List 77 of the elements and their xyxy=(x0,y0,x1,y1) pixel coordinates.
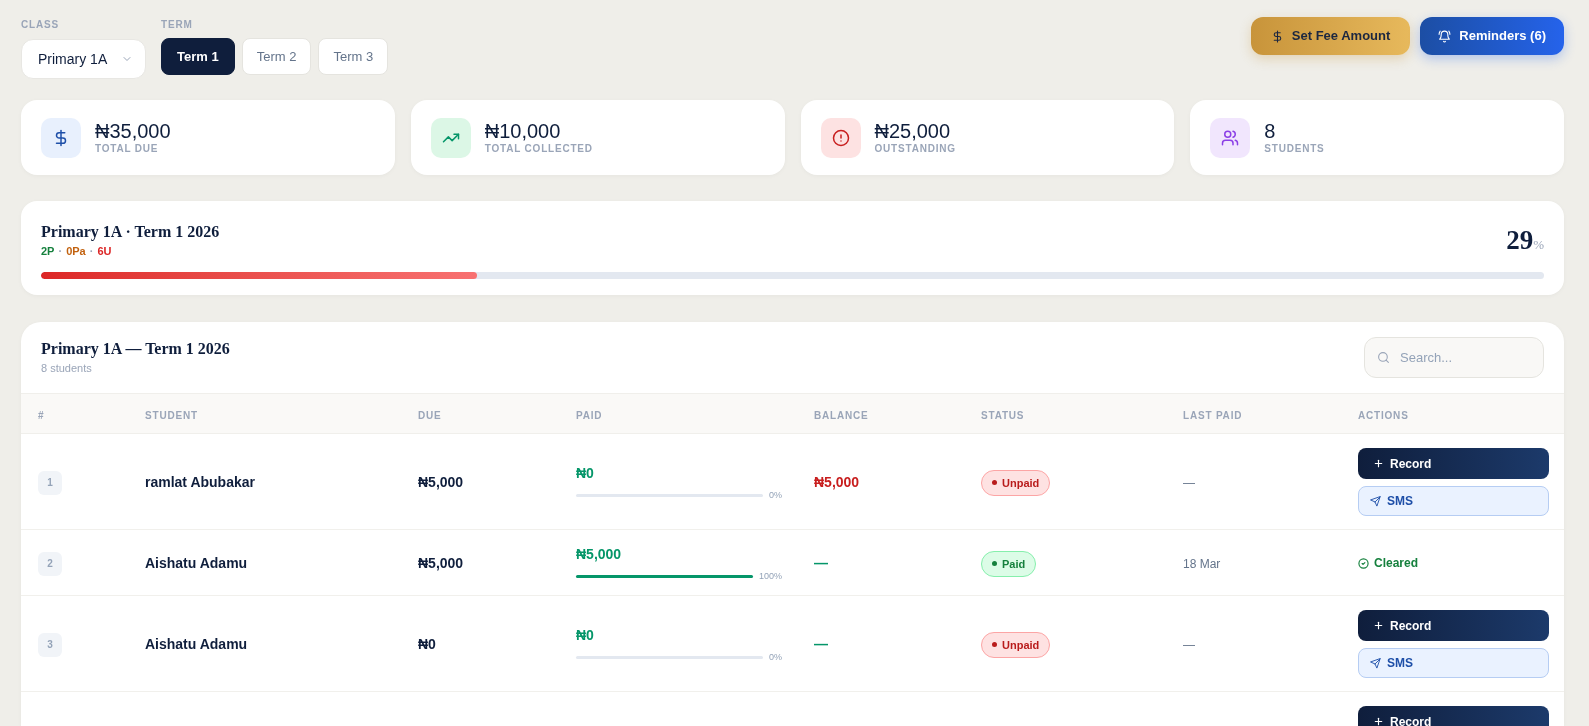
paid-amount: ₦0 xyxy=(576,464,595,483)
dollar-icon xyxy=(41,117,81,158)
stat-value: ₦10,000 xyxy=(484,119,562,142)
student-name: ramlat Abubakar xyxy=(145,474,255,490)
column-header: STUDENT xyxy=(145,409,198,421)
paid-amount: ₦5,000 xyxy=(576,545,623,564)
cleared-label: Cleared xyxy=(1374,555,1419,572)
row-number: 2 xyxy=(38,551,62,576)
status-label: Unpaid xyxy=(1002,637,1040,653)
progress-title: Primary 1A · Term 1 2026 xyxy=(41,222,220,243)
paid-percent: 0% xyxy=(769,489,782,501)
status-count: 0Pa xyxy=(66,244,86,259)
last-paid-date: — xyxy=(1183,476,1195,490)
column-header: ACTIONS xyxy=(1358,409,1409,421)
stat-label: TOTAL COLLECTED xyxy=(484,141,593,156)
term-label: TERM xyxy=(161,18,194,32)
stat-label: STUDENTS xyxy=(1264,141,1325,156)
status-label: Unpaid xyxy=(1002,475,1040,491)
trending-up-icon xyxy=(430,117,471,158)
status-count: 6U xyxy=(97,244,112,259)
table-title: Primary 1A — Term 1 2026 xyxy=(41,339,230,360)
student-name: Aishatu Adamu xyxy=(145,636,248,652)
stat-value: ₦35,000 xyxy=(95,119,171,142)
class-select[interactable]: Primary 1A xyxy=(21,39,146,79)
paid-percent: 100% xyxy=(758,570,782,582)
student-count: 8 students xyxy=(41,361,93,376)
check-circle-icon xyxy=(1358,557,1369,569)
plus-icon xyxy=(1373,458,1384,469)
set-fee-button[interactable]: Set Fee Amount xyxy=(1250,17,1411,55)
status-count: 2P xyxy=(41,244,55,259)
stat-value: ₦25,000 xyxy=(874,119,952,142)
search-icon xyxy=(1377,351,1390,364)
stat-value: 8 xyxy=(1264,119,1277,142)
plus-icon xyxy=(1373,620,1384,631)
balance-amount: — xyxy=(814,555,828,571)
student-name: Aishatu Adamu xyxy=(145,555,248,571)
bell-icon xyxy=(1438,29,1452,43)
record-button[interactable]: Record xyxy=(1358,610,1549,641)
term-tab[interactable]: Term 1 xyxy=(161,38,235,75)
class-label: CLASS xyxy=(21,18,60,32)
column-header: # xyxy=(38,409,45,421)
due-amount: ₦5,000 xyxy=(418,555,464,571)
send-icon xyxy=(1370,495,1381,507)
balance-amount: — xyxy=(814,636,828,652)
stat-label: OUTSTANDING xyxy=(874,141,956,156)
last-paid-date: 18 Mar xyxy=(1183,557,1221,571)
count-separator: · xyxy=(89,244,94,259)
status-label: Paid xyxy=(1002,556,1026,572)
due-amount: ₦0 xyxy=(418,636,436,652)
balance-amount: ₦5,000 xyxy=(814,474,860,490)
plus-icon xyxy=(1373,716,1384,726)
paid-percent: 0% xyxy=(769,651,782,663)
stat-label: TOTAL DUE xyxy=(95,141,160,156)
percent-value: 29 xyxy=(1506,225,1534,255)
column-header: PAID xyxy=(576,409,603,421)
last-paid-date: — xyxy=(1183,638,1195,652)
users-icon xyxy=(1210,117,1251,158)
count-separator: · xyxy=(58,244,63,259)
reminders-button[interactable]: Reminders (6) xyxy=(1420,17,1564,55)
row-number: 1 xyxy=(38,470,62,495)
alert-icon xyxy=(820,117,861,158)
sms-button[interactable]: SMS xyxy=(1358,648,1549,678)
term-tab[interactable]: Term 2 xyxy=(241,38,312,75)
record-button[interactable]: Record xyxy=(1358,448,1549,479)
search-field[interactable]: Search... xyxy=(1364,337,1544,378)
paid-amount: ₦0 xyxy=(576,626,595,645)
sms-button[interactable]: SMS xyxy=(1358,486,1549,516)
column-header: DUE xyxy=(418,409,442,421)
percent-sign: % xyxy=(1533,237,1544,254)
due-amount: ₦5,000 xyxy=(418,474,464,490)
record-button[interactable]: Record xyxy=(1358,706,1549,726)
column-header: STATUS xyxy=(981,409,1025,421)
column-header: BALANCE xyxy=(814,409,869,421)
term-tab[interactable]: Term 3 xyxy=(318,38,389,75)
row-number: 3 xyxy=(38,632,62,657)
column-header: LAST PAID xyxy=(1183,409,1243,421)
send-icon xyxy=(1370,657,1381,669)
